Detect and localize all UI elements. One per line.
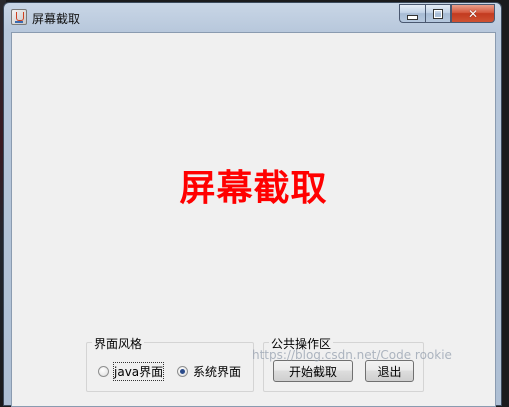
- system-style-label: 系统界面: [193, 365, 242, 379]
- ui-style-legend: 界面风格: [92, 335, 145, 352]
- java-style-option[interactable]: java界面: [98, 362, 165, 381]
- exit-button[interactable]: 退出: [365, 360, 414, 382]
- java-style-radio[interactable]: [98, 366, 109, 377]
- close-button[interactable]: ✕: [451, 4, 495, 23]
- close-icon: ✕: [467, 6, 479, 21]
- minimize-button[interactable]: [399, 4, 425, 23]
- common-ops-legend: 公共操作区: [269, 335, 334, 352]
- maximize-button[interactable]: [425, 4, 451, 23]
- maximize-icon: [433, 8, 443, 19]
- minimize-icon: [407, 14, 418, 20]
- start-capture-button[interactable]: 开始截取: [273, 360, 353, 382]
- ui-style-group: 界面风格 java界面 系统界面: [86, 335, 254, 392]
- caption-buttons: ✕: [399, 4, 495, 23]
- app-window: 屏幕截取 ✕ 屏幕截取 界面风格 java界面 系统界面 公共操作区 开始截取 …: [3, 2, 502, 407]
- title-bar[interactable]: 屏幕截取 ✕: [4, 3, 501, 33]
- window-title: 屏幕截取: [32, 12, 81, 26]
- content-panel: 屏幕截取 界面风格 java界面 系统界面 公共操作区 开始截取 退出: [11, 32, 496, 407]
- main-heading: 屏幕截取: [179, 168, 328, 209]
- common-ops-group: 公共操作区 开始截取 退出: [263, 335, 424, 392]
- system-style-radio[interactable]: [177, 366, 188, 377]
- system-style-option[interactable]: 系统界面: [177, 363, 241, 380]
- java-cup-icon: [11, 9, 27, 25]
- java-style-label: java界面: [112, 362, 165, 381]
